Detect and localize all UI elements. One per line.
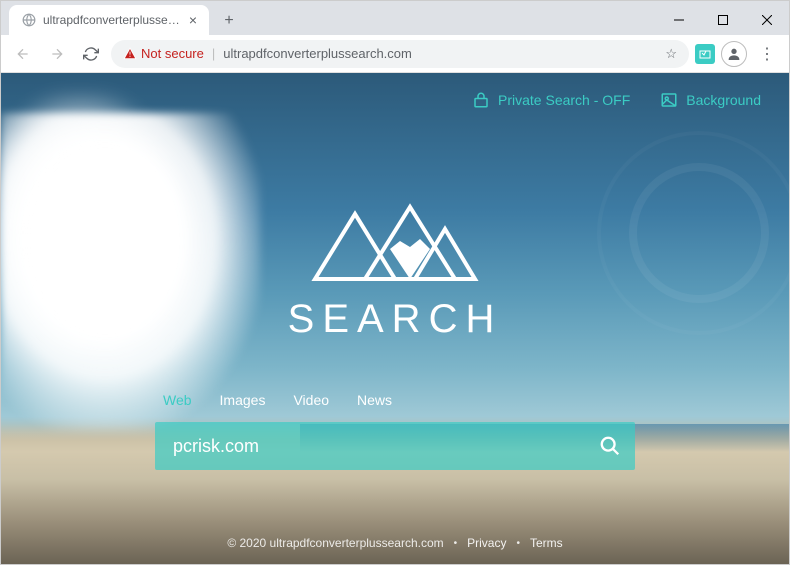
menu-button[interactable]: ⋮ — [753, 40, 781, 68]
search-box — [155, 422, 635, 470]
browser-tab[interactable]: ultrapdfconverterplussearch.com × — [9, 5, 209, 35]
private-search-toggle[interactable]: Private Search - OFF — [472, 91, 630, 109]
new-tab-button[interactable]: + — [215, 7, 243, 35]
background-picker[interactable]: Background — [660, 91, 761, 109]
profile-button[interactable] — [721, 41, 747, 67]
warning-icon — [123, 47, 137, 61]
page-content: Private Search - OFF Background — [1, 73, 789, 564]
main-center: SEARCH Web Images Video News — [1, 127, 789, 522]
tab-images[interactable]: Images — [220, 392, 266, 408]
logo: SEARCH — [288, 199, 503, 342]
tab-title: ultrapdfconverterplussearch.com — [43, 13, 183, 27]
not-secure-warning: Not secure — [123, 46, 204, 61]
background-label: Background — [686, 92, 761, 108]
private-search-label: Private Search - OFF — [498, 92, 630, 108]
titlebar: ultrapdfconverterplussearch.com × + — [1, 1, 789, 35]
separator: | — [212, 46, 215, 61]
toolbar: Not secure | ultrapdfconverterplussearch… — [1, 35, 789, 73]
search-tabs: Web Images Video News — [155, 392, 635, 408]
page-overlay: Private Search - OFF Background — [1, 73, 789, 564]
back-button[interactable] — [9, 40, 37, 68]
lock-icon — [472, 91, 490, 109]
search-button[interactable] — [585, 422, 635, 470]
search-input[interactable] — [155, 436, 585, 457]
logo-text: SEARCH — [288, 297, 503, 342]
reload-button[interactable] — [77, 40, 105, 68]
window-controls — [657, 5, 789, 35]
browser-window: ultrapdfconverterplussearch.com × + Not … — [0, 0, 790, 565]
extension-icon[interactable] — [695, 44, 715, 64]
bookmark-star-icon[interactable]: ☆ — [665, 46, 677, 62]
tab-video[interactable]: Video — [293, 392, 329, 408]
search-icon — [599, 435, 621, 457]
tab-web[interactable]: Web — [163, 392, 192, 408]
forward-button[interactable] — [43, 40, 71, 68]
close-icon[interactable]: × — [189, 12, 197, 28]
copyright-text: © 2020 ultrapdfconverterplussearch.com — [227, 536, 443, 550]
separator-dot: • — [454, 538, 458, 549]
terms-link[interactable]: Terms — [530, 536, 563, 550]
address-bar[interactable]: Not secure | ultrapdfconverterplussearch… — [111, 40, 689, 68]
image-icon — [660, 91, 678, 109]
privacy-link[interactable]: Privacy — [467, 536, 506, 550]
not-secure-label: Not secure — [141, 46, 204, 61]
tab-strip: ultrapdfconverterplussearch.com × + — [1, 5, 657, 35]
close-window-button[interactable] — [745, 5, 789, 35]
separator-dot: • — [516, 538, 520, 549]
mountain-icon — [305, 199, 485, 289]
tab-news[interactable]: News — [357, 392, 392, 408]
maximize-button[interactable] — [701, 5, 745, 35]
footer: © 2020 ultrapdfconverterplussearch.com •… — [1, 522, 789, 564]
top-links: Private Search - OFF Background — [1, 73, 789, 127]
minimize-button[interactable] — [657, 5, 701, 35]
address-url: ultrapdfconverterplussearch.com — [223, 46, 412, 61]
globe-icon — [21, 12, 37, 28]
